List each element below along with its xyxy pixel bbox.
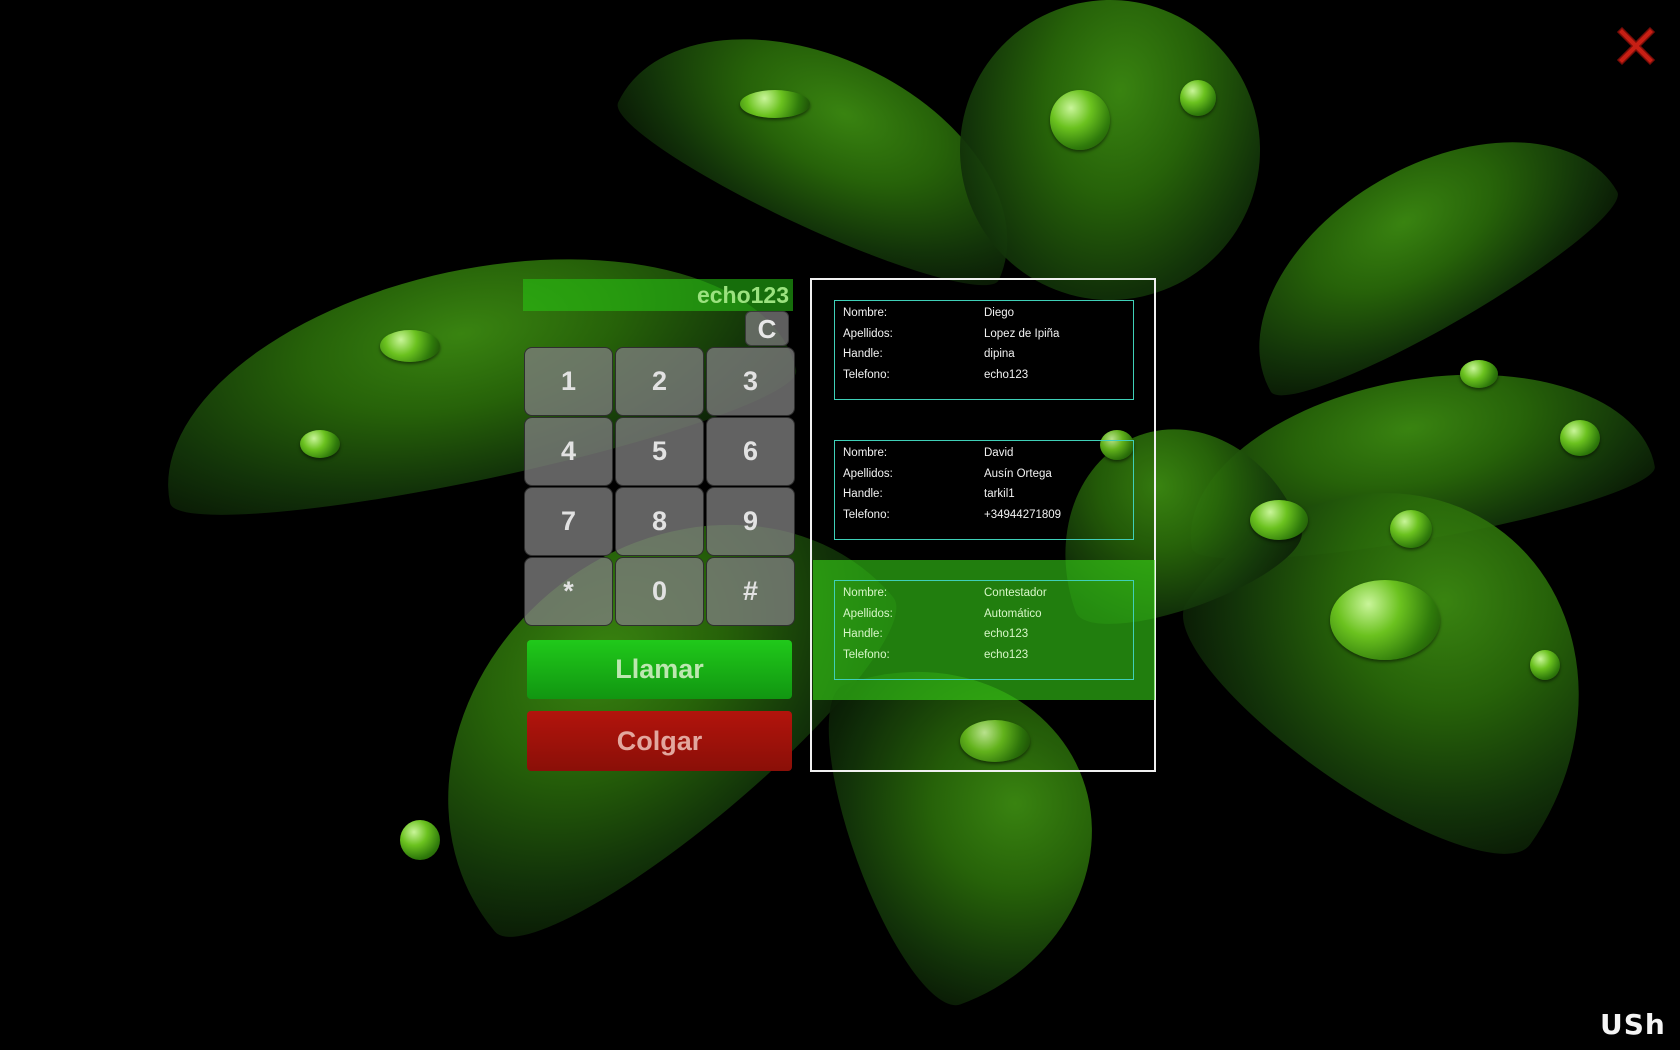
phone-label: Telefono: (843, 508, 890, 521)
clear-button[interactable]: C (745, 311, 789, 346)
key-5[interactable]: 5 (615, 417, 704, 486)
key-7[interactable]: 7 (524, 487, 613, 556)
phone-label: Telefono: (843, 648, 890, 661)
first-name-label: Nombre: (843, 447, 888, 459)
handle-label: Handle: (843, 348, 883, 360)
key-4[interactable]: 4 (524, 417, 613, 486)
key-8[interactable]: 8 (615, 487, 704, 556)
contact-card[interactable]: Nombre: Diego Apellidos: Lopez de Ipiña Ha… (834, 300, 1134, 400)
last-name-value: Lopez de Ipiña (984, 327, 1060, 340)
handle-label: Handle: (843, 628, 883, 640)
key-3[interactable]: 3 (706, 347, 795, 416)
handle-value: tarkil1 (984, 488, 1015, 500)
last-name-label: Apellidos: (843, 467, 893, 480)
dial-display: echo123 (523, 279, 793, 311)
phone-label: Telefono: (843, 368, 890, 381)
last-name-label: Apellidos: (843, 607, 893, 620)
close-button[interactable] (1612, 22, 1660, 70)
contact-card-selected[interactable]: Nombre: Contestador Apellidos: Automático … (834, 580, 1134, 680)
first-name-label: Nombre: (843, 587, 888, 599)
call-button[interactable]: Llamar (527, 640, 792, 699)
last-name-value: Automático (984, 607, 1042, 620)
phone-value: echo123 (984, 648, 1029, 661)
key-hash[interactable]: # (706, 557, 795, 626)
handle-value: dipina (984, 348, 1015, 360)
key-star[interactable]: * (524, 557, 613, 626)
hangup-button[interactable]: Colgar (527, 711, 792, 771)
first-name-value: David (984, 447, 1014, 459)
first-name-value: Diego (984, 307, 1015, 319)
first-name-label: Nombre: (843, 307, 888, 319)
key-1[interactable]: 1 (524, 347, 613, 416)
app-logo: USh (1600, 1008, 1666, 1041)
close-x-icon (1616, 26, 1656, 66)
key-0[interactable]: 0 (615, 557, 704, 626)
key-9[interactable]: 9 (706, 487, 795, 556)
phone-value: echo123 (984, 368, 1029, 381)
contact-card[interactable]: Nombre: David Apellidos: Ausín Ortega Hand… (834, 440, 1134, 540)
last-name-label: Apellidos: (843, 327, 893, 340)
key-6[interactable]: 6 (706, 417, 795, 486)
first-name-value: Contestador (984, 587, 1047, 599)
last-name-value: Ausín Ortega (984, 467, 1052, 480)
phone-value: +34944271809 (984, 508, 1062, 521)
handle-value: echo123 (984, 628, 1029, 640)
key-2[interactable]: 2 (615, 347, 704, 416)
handle-label: Handle: (843, 488, 883, 500)
keypad: 1 2 3 4 5 6 7 8 9 * 0 # (524, 347, 795, 626)
